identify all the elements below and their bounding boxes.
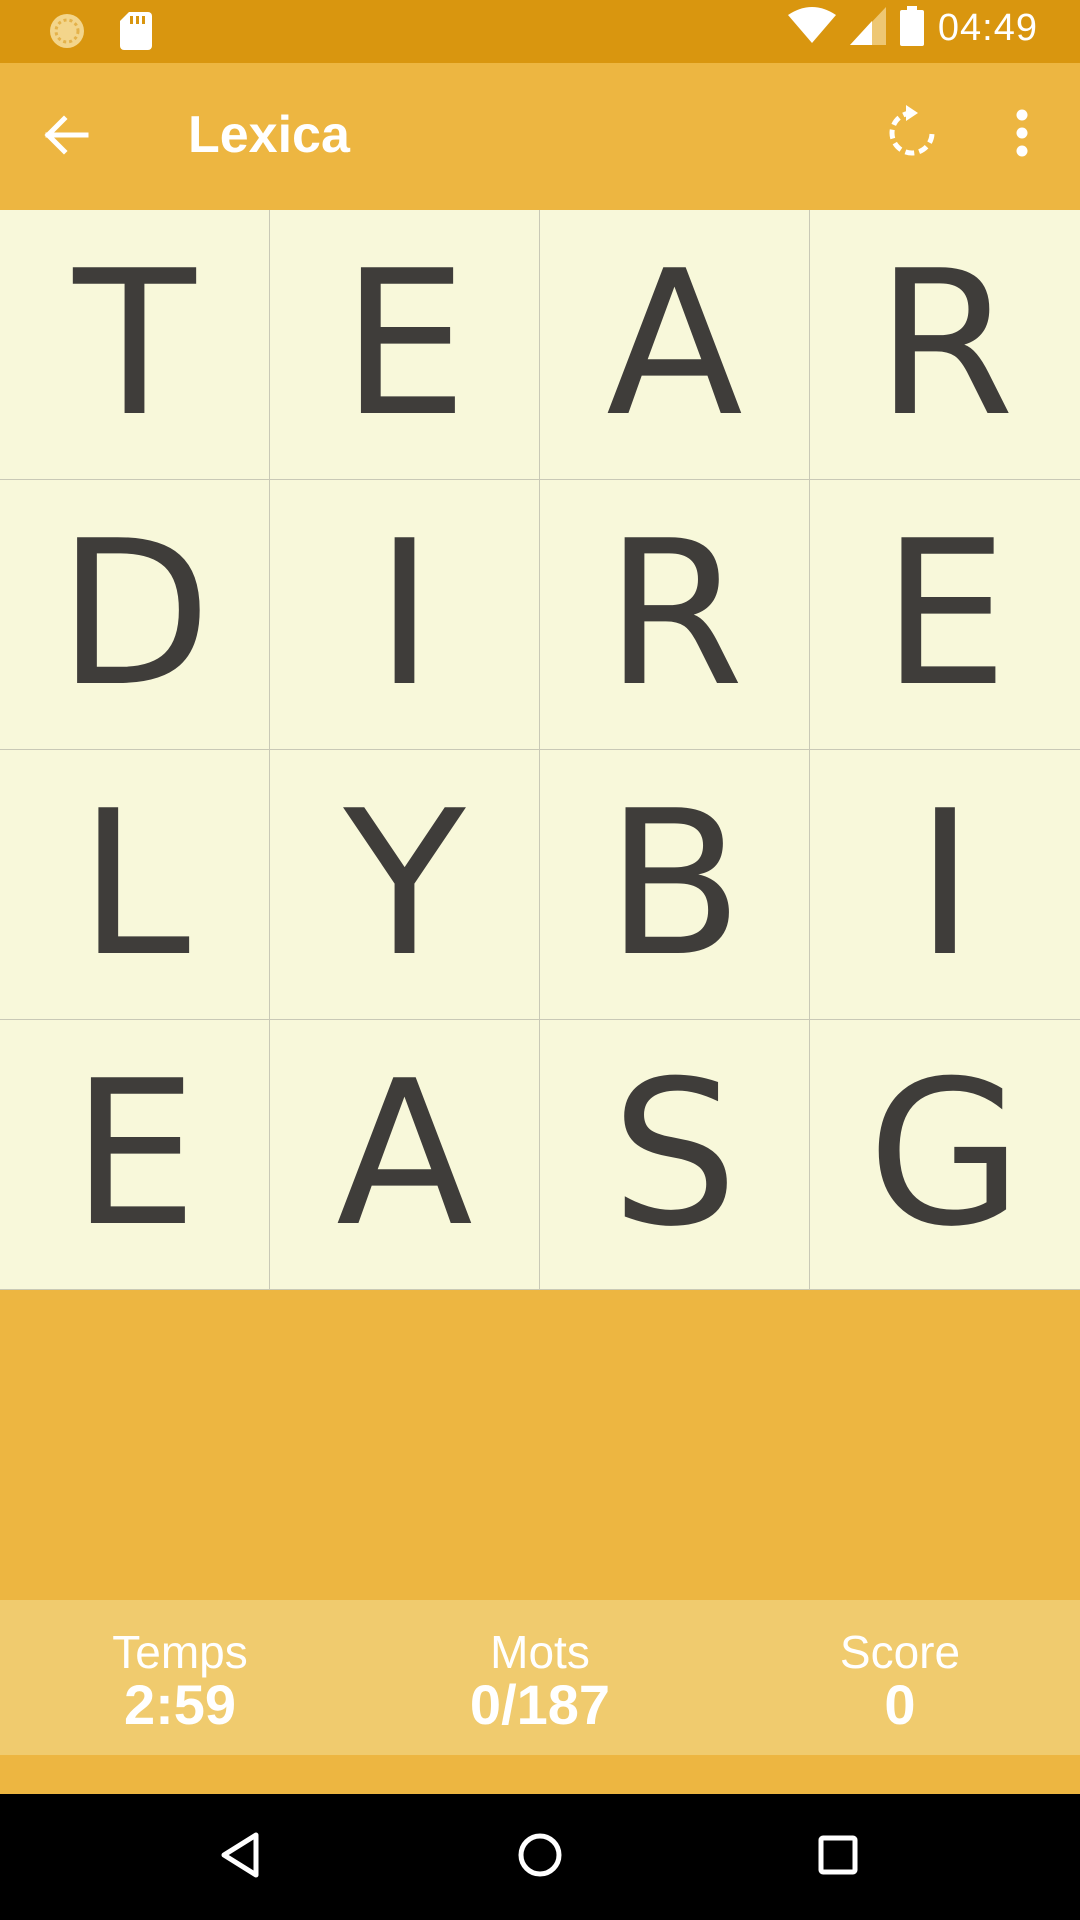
app-bar: Lexica xyxy=(0,63,1080,210)
system-nav-bar xyxy=(0,1794,1080,1920)
letter-tile[interactable]: E xyxy=(810,480,1080,750)
wifi-icon xyxy=(787,7,836,50)
refresh-icon xyxy=(884,104,940,166)
letter-tile[interactable]: E xyxy=(0,1020,270,1290)
letter-tile[interactable]: L xyxy=(0,750,270,1020)
game-stats-bar: Temps 2:59 Mots 0/187 Score 0 xyxy=(0,1600,1080,1755)
score-label: Score xyxy=(839,1626,961,1678)
words-stat: Mots 0/187 xyxy=(410,1628,670,1734)
time-label: Temps xyxy=(112,1626,248,1678)
battery-icon xyxy=(899,6,924,51)
score-value: 0 xyxy=(884,1673,916,1736)
letter-tile[interactable]: R xyxy=(810,210,1080,480)
score-stat: Score 0 xyxy=(770,1628,1030,1734)
letter-tile[interactable]: G xyxy=(810,1020,1080,1290)
signal-icon xyxy=(849,7,886,50)
letter-tile[interactable]: D xyxy=(0,480,270,750)
letter-tile[interactable]: A xyxy=(270,1020,540,1290)
letter-tile[interactable]: I xyxy=(810,750,1080,1020)
status-bar: 04:49 xyxy=(0,0,1080,63)
letter-board: T E A R D I R E L Y B I E A S G xyxy=(0,210,1080,1290)
refresh-button[interactable] xyxy=(880,103,944,167)
app-title: Lexica xyxy=(188,106,350,164)
overflow-menu-icon xyxy=(1014,109,1030,162)
nav-recents-icon xyxy=(818,1835,858,1880)
letter-tile[interactable]: S xyxy=(540,1020,810,1290)
letter-tile[interactable]: T xyxy=(0,210,270,480)
letter-tile[interactable]: A xyxy=(540,210,810,480)
letter-tile[interactable]: Y xyxy=(270,750,540,1020)
letter-tile[interactable]: R xyxy=(540,480,810,750)
words-label: Mots xyxy=(490,1626,590,1678)
time-value: 2:59 xyxy=(123,1673,237,1736)
back-arrow-icon xyxy=(42,111,90,164)
words-value: 0/187 xyxy=(469,1673,611,1736)
time-stat: Temps 2:59 xyxy=(50,1628,310,1734)
nav-home-icon xyxy=(517,1832,563,1883)
back-button[interactable] xyxy=(36,107,96,167)
status-time: 04:49 xyxy=(937,7,1038,49)
nav-home-button[interactable] xyxy=(510,1827,570,1887)
nav-recents-button[interactable] xyxy=(808,1827,868,1887)
overflow-menu-button[interactable] xyxy=(998,103,1046,167)
letter-tile[interactable]: I xyxy=(270,480,540,750)
notification-circle-icon xyxy=(48,12,86,55)
letter-tile[interactable]: E xyxy=(270,210,540,480)
sd-card-icon xyxy=(120,12,152,55)
letter-tile[interactable]: B xyxy=(540,750,810,1020)
nav-back-icon xyxy=(218,1831,262,1884)
nav-back-button[interactable] xyxy=(210,1827,270,1887)
